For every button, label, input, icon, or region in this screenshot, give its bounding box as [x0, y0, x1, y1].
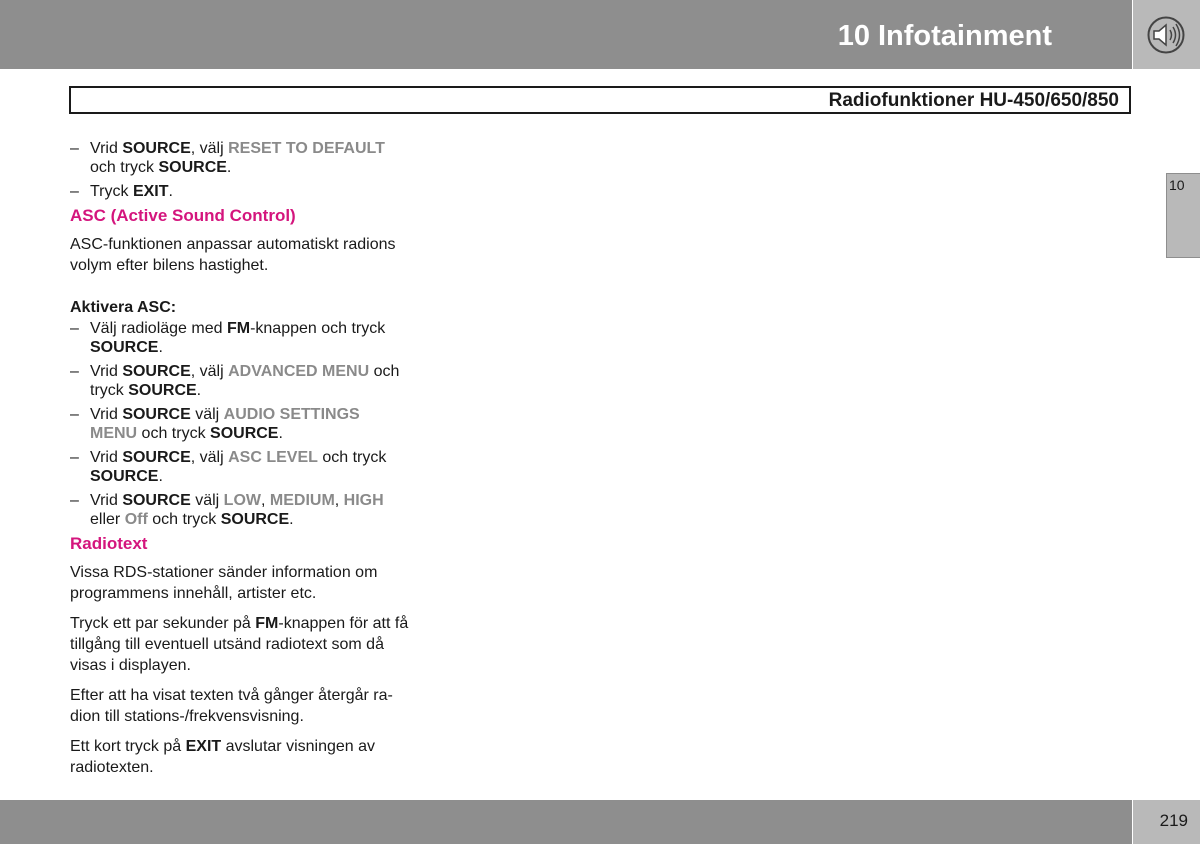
- list-item: – Vrid SOURCE välj LOW, MEDIUM, HIGH ell…: [70, 492, 384, 528]
- list-item: – Vrid SOURCE, välj ADVANCED MENU och tr…: [70, 363, 400, 399]
- main-column: – Vrid SOURCE, välj RESET TO DEFAULT och…: [70, 139, 410, 787]
- chapter-side-tab: 10: [1166, 173, 1200, 258]
- radiotext-paragraph-4: Ett kort tryck på EXIT avslutar visninge…: [70, 738, 376, 776]
- radiotext-heading: Radiotext: [70, 534, 148, 553]
- chapter-icon-box: [1133, 0, 1200, 69]
- list-item: – Vrid SOURCE, välj ASC LEVEL och tryck …: [70, 449, 387, 485]
- list-item: – Vrid SOURCE, välj RESET TO DEFAULT och…: [70, 140, 385, 176]
- list-item: – Tryck EXIT.: [70, 183, 173, 200]
- page-number: 219: [1159, 811, 1188, 830]
- asc-paragraph: ASC-funktionen anpassar automatiskt radi…: [70, 236, 396, 274]
- radiotext-paragraph-1: Vissa RDS-stationer sänder information o…: [70, 564, 378, 602]
- list-item: – Välj radioläge med FM-knappen och tryc…: [70, 320, 386, 356]
- footer-band: [0, 800, 1132, 844]
- section-title: Radiofunktioner HU-450/650/850: [828, 90, 1119, 111]
- section-title-box: Radiofunktioner HU-450/650/850: [69, 86, 1131, 114]
- radiotext-paragraph-2: Tryck ett par sekunder på FM-knappen för…: [70, 615, 409, 674]
- chapter-title: 10 Infotainment: [837, 20, 1052, 52]
- side-tab-label: 10: [1169, 177, 1185, 193]
- radiotext-paragraph-3: Efter att ha visat texten två gånger åte…: [70, 687, 393, 725]
- asc-heading: ASC (Active Sound Control): [70, 206, 296, 225]
- list-item: – Vrid SOURCE välj AUDIO SETTINGS MENU o…: [70, 406, 360, 442]
- speaker-icon: [1147, 16, 1185, 54]
- header-band: 10 Infotainment: [0, 0, 1132, 69]
- activate-asc-heading: Aktivera ASC:: [70, 299, 177, 316]
- page-number-box: 219: [1133, 800, 1200, 844]
